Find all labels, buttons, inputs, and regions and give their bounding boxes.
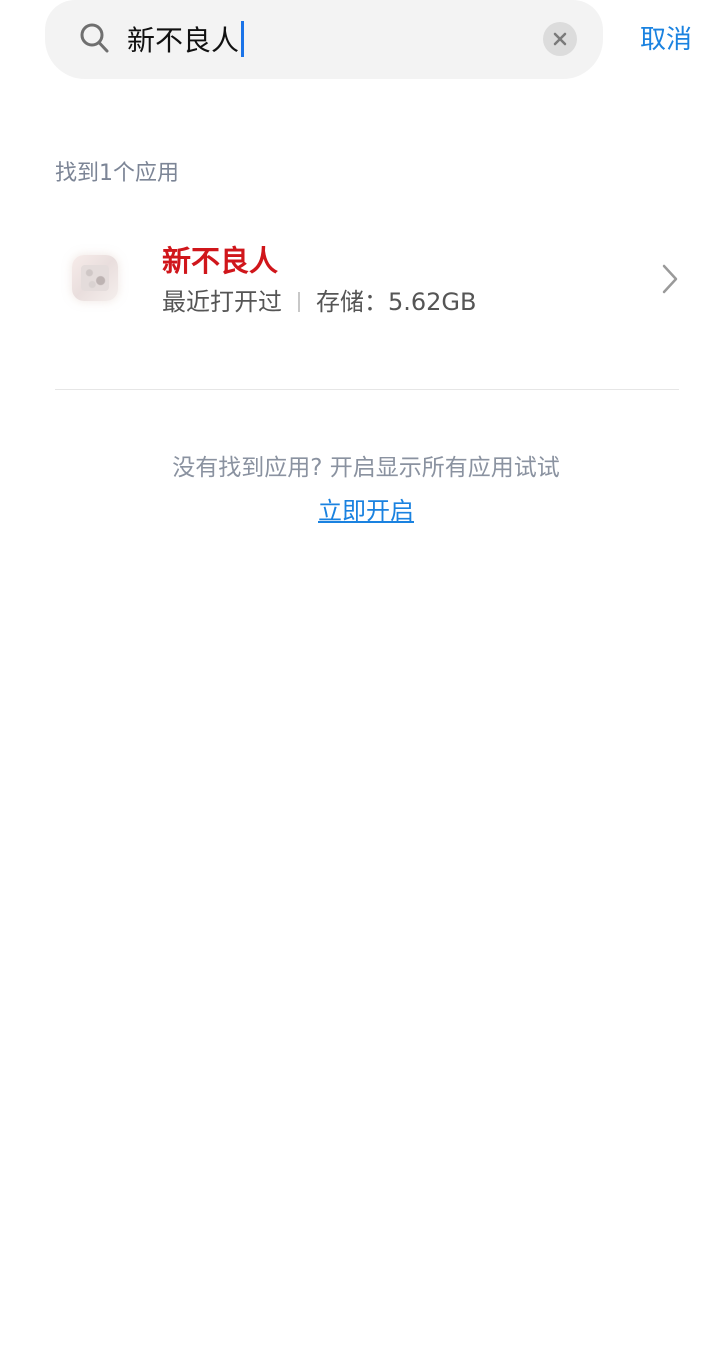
meta-divider (298, 292, 300, 312)
clear-search-button[interactable] (543, 22, 577, 56)
app-icon-image (81, 265, 109, 291)
close-icon (553, 32, 567, 46)
chevron-right-icon (662, 264, 678, 294)
enable-now-label: 立即开启 (318, 497, 414, 525)
search-icon (80, 23, 109, 53)
search-query-text: 新不良人 (127, 24, 240, 57)
app-name: 新不良人 (162, 244, 279, 278)
text-caret (241, 21, 245, 57)
cancel-button[interactable]: 取消 (640, 22, 692, 58)
search-input[interactable]: 新不良人 (127, 18, 245, 60)
app-result-item[interactable]: 新不良人 最近打开过 存储：5.62GB (0, 225, 720, 335)
app-icon (72, 255, 118, 301)
app-storage: 存储：5.62GB (316, 288, 477, 316)
app-meta: 最近打开过 存储：5.62GB (162, 285, 477, 319)
divider (55, 389, 679, 390)
result-count-label: 找到1个应用 (55, 161, 179, 186)
app-status: 最近打开过 (162, 288, 282, 316)
enable-now-link[interactable]: 立即开启 (0, 494, 720, 528)
search-bar: 新不良人 (45, 0, 603, 79)
hint-text: 没有找到应用? 开启显示所有应用试试 (172, 455, 560, 481)
